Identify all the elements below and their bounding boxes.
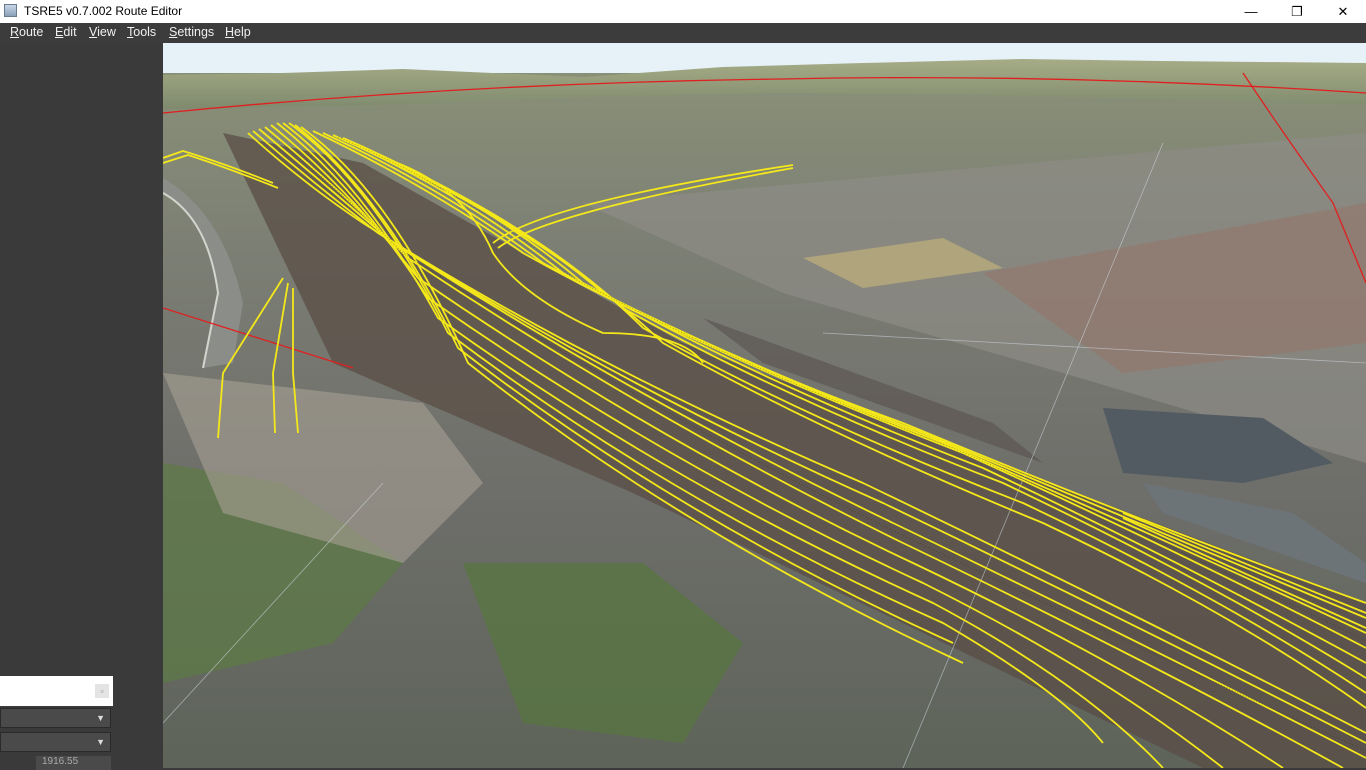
- window-title: TSRE5 v0.7.002 Route Editor: [24, 4, 183, 18]
- menu-tools[interactable]: Tools: [127, 25, 156, 39]
- maximize-button[interactable]: ❐: [1274, 0, 1320, 23]
- app-icon: [4, 4, 17, 17]
- menu-help[interactable]: Help: [225, 25, 251, 39]
- minimize-button[interactable]: —: [1228, 0, 1274, 23]
- menu-settings[interactable]: Settings: [169, 25, 214, 39]
- 3d-viewport[interactable]: [163, 43, 1366, 768]
- menu-edit[interactable]: Edit: [55, 25, 77, 39]
- panel-header-box: ▫: [0, 676, 113, 706]
- panel-float-icon[interactable]: ▫: [95, 684, 109, 698]
- panel-dropdown-2[interactable]: ▼: [0, 732, 111, 752]
- panel-dropdown-1[interactable]: ▼: [0, 708, 111, 728]
- menu-route[interactable]: Route: [10, 25, 43, 39]
- chevron-down-icon: ▼: [96, 713, 105, 723]
- close-button[interactable]: ✕: [1320, 0, 1366, 23]
- menu-bar: Route Edit View Tools Settings Help: [0, 23, 1366, 43]
- tool-panel: ▫ ▼ ▼ 1916.55: [0, 43, 163, 770]
- title-bar: TSRE5 v0.7.002 Route Editor — ❐ ✕: [0, 0, 1366, 23]
- chevron-down-icon: ▼: [96, 737, 105, 747]
- menu-view[interactable]: View: [89, 25, 116, 39]
